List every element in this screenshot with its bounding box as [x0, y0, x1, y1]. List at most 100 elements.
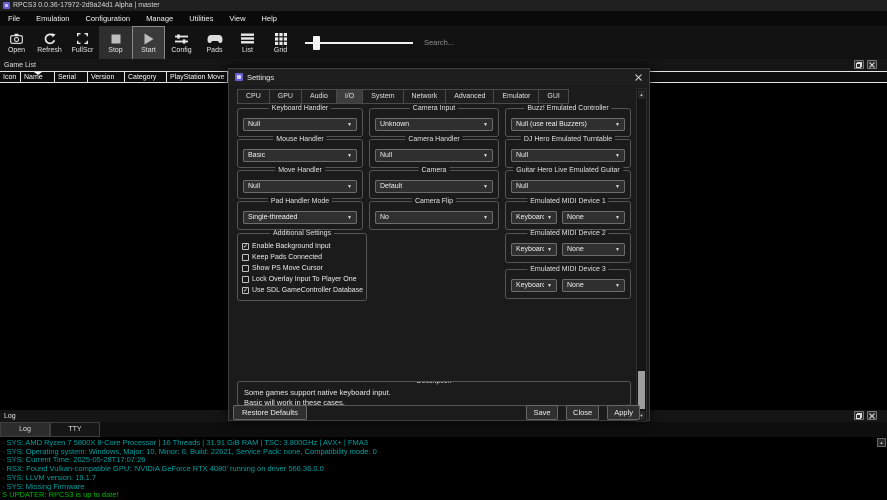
- tab-audio[interactable]: Audio: [302, 89, 337, 104]
- start-button[interactable]: Start: [132, 26, 165, 60]
- option-sdl-gamecontroller-db[interactable]: ✓ Use SDL GameController Database: [242, 285, 364, 296]
- checkbox-unchecked[interactable]: [242, 254, 249, 261]
- menu-manage[interactable]: Manage: [138, 11, 181, 26]
- checkbox-unchecked[interactable]: [242, 276, 249, 283]
- tab-emulator[interactable]: Emulator: [494, 89, 539, 104]
- tab-log[interactable]: Log: [0, 422, 50, 437]
- restore-defaults-button[interactable]: Restore Defaults: [233, 405, 307, 420]
- settings-titlebar[interactable]: Settings: [229, 69, 649, 85]
- buzz-controller-select[interactable]: Null (use real Buzzers) ▼: [511, 118, 625, 131]
- slider-handle[interactable]: [313, 36, 320, 50]
- column-header-name[interactable]: Name: [21, 72, 55, 82]
- tab-advanced[interactable]: Advanced: [446, 89, 494, 104]
- additional-settings-label: Additional Settings: [270, 230, 334, 238]
- option-keep-pads-connected[interactable]: Keep Pads Connected: [242, 252, 364, 263]
- log-content[interactable]: · SYS: AMD Ryzen 7 5800X 8-Core Processo…: [0, 437, 887, 500]
- menu-configuration[interactable]: Configuration: [77, 11, 138, 26]
- stop-icon: [111, 32, 121, 45]
- tab-cpu[interactable]: CPU: [237, 89, 270, 104]
- settings-scrollbar[interactable]: ▲ ▼: [636, 88, 647, 422]
- menu-help[interactable]: Help: [253, 11, 284, 26]
- midi-device-1-type-select[interactable]: Keyboard ▼: [511, 211, 557, 224]
- tab-system[interactable]: System: [363, 89, 403, 104]
- checkbox-unchecked[interactable]: [242, 265, 249, 272]
- camera-flip-select[interactable]: No ▼: [375, 211, 493, 224]
- list-view-button[interactable]: List: [231, 26, 264, 60]
- midi-device-3-select[interactable]: None ▼: [562, 279, 625, 292]
- search-input[interactable]: [424, 35, 544, 49]
- column-header-version[interactable]: Version: [88, 72, 125, 82]
- midi-device-1-select[interactable]: None ▼: [562, 211, 625, 224]
- log-tab-bar: Log TTY: [0, 422, 887, 437]
- option-show-ps-move-cursor[interactable]: Show PS Move Cursor: [242, 263, 364, 274]
- menu-view[interactable]: View: [221, 11, 253, 26]
- camera-handler-select[interactable]: Null ▼: [375, 149, 493, 162]
- settings-close-button[interactable]: [633, 72, 643, 82]
- scrollbar-thumb[interactable]: [638, 371, 645, 409]
- pads-button[interactable]: Pads: [198, 26, 231, 60]
- description-group: Description Some games support native ke…: [237, 381, 631, 406]
- tab-io[interactable]: I/O: [337, 89, 363, 104]
- fullscreen-button[interactable]: FullScr: [66, 26, 99, 60]
- log-close-button[interactable]: [867, 411, 877, 420]
- open-button[interactable]: Open: [0, 26, 33, 60]
- selected-value: Null: [516, 152, 528, 159]
- mouse-handler-select[interactable]: Basic ▼: [243, 149, 357, 162]
- column-label: PlayStation Move: [170, 74, 224, 81]
- checkbox-checked[interactable]: ✓: [242, 243, 249, 250]
- stop-button[interactable]: Stop: [99, 26, 132, 60]
- midi-device-2-select[interactable]: None ▼: [562, 243, 625, 256]
- column-label: Version: [91, 74, 114, 81]
- config-button[interactable]: Config: [165, 26, 198, 60]
- description-label: Description: [413, 381, 454, 386]
- tab-gui[interactable]: GUI: [539, 89, 568, 104]
- option-lock-overlay-input[interactable]: Lock Overlay Input To Player One: [242, 274, 364, 285]
- column-header-playstation-move[interactable]: PlayStation Move: [167, 72, 228, 82]
- selected-value: None: [567, 282, 584, 289]
- menu-utilities[interactable]: Utilities: [181, 11, 221, 26]
- option-enable-background-input[interactable]: ✓ Enable Background Input: [242, 241, 364, 252]
- option-label: Keep Pads Connected: [252, 254, 322, 261]
- camera-input-label: Camera Input: [410, 105, 458, 113]
- check-icon: ✓: [243, 288, 248, 294]
- log-scroll-up-button[interactable]: ▲: [877, 438, 886, 447]
- refresh-button[interactable]: Refresh: [33, 26, 66, 60]
- camera-select[interactable]: Default ▼: [375, 180, 493, 193]
- column-header-category[interactable]: Category: [125, 72, 167, 82]
- checkbox-checked[interactable]: ✓: [242, 287, 249, 294]
- tab-network[interactable]: Network: [404, 89, 447, 104]
- tab-gpu[interactable]: GPU: [270, 89, 302, 104]
- camera-input-select[interactable]: Unknown ▼: [375, 118, 493, 131]
- scroll-up-icon: ▲: [880, 440, 884, 445]
- column-label: Category: [128, 74, 156, 81]
- guitar-hero-live-select[interactable]: Null ▼: [511, 180, 625, 193]
- menu-file[interactable]: File: [0, 11, 28, 26]
- close-button[interactable]: Close: [566, 405, 599, 420]
- float-icon: [856, 62, 862, 68]
- chevron-down-icon: ▼: [615, 215, 620, 221]
- column-header-icon[interactable]: Icon: [0, 72, 21, 82]
- log-title: Log: [4, 413, 16, 420]
- keyboard-handler-select[interactable]: Null ▼: [243, 118, 357, 131]
- chevron-down-icon: ▼: [615, 283, 620, 289]
- column-header-serial[interactable]: Serial: [55, 72, 88, 82]
- scrollbar-up-button[interactable]: ▲: [638, 90, 645, 99]
- midi-device-2-type-select[interactable]: Keyboard ▼: [511, 243, 557, 256]
- log-float-button[interactable]: [854, 411, 864, 420]
- settings-tab-bar: CPU GPU Audio I/O System Network Advance…: [237, 89, 569, 104]
- pad-handler-mode-select[interactable]: Single-threaded ▼: [243, 211, 357, 224]
- move-handler-label: Move Handler: [275, 167, 325, 175]
- game-list-dock-buttons: [854, 60, 877, 69]
- game-list-close-button[interactable]: [867, 60, 877, 69]
- grid-view-button[interactable]: Grid: [264, 26, 297, 60]
- menu-emulation[interactable]: Emulation: [28, 11, 77, 26]
- move-handler-select[interactable]: Null ▼: [243, 180, 357, 193]
- apply-button[interactable]: Apply: [607, 405, 640, 420]
- dj-hero-turntable-select[interactable]: Null ▼: [511, 149, 625, 162]
- midi-device-3-type-select[interactable]: Keyboard ▼: [511, 279, 557, 292]
- icon-size-slider[interactable]: [305, 26, 413, 60]
- chevron-down-icon: ▼: [347, 184, 352, 190]
- save-button[interactable]: Save: [526, 405, 558, 420]
- tab-tty[interactable]: TTY: [50, 422, 100, 437]
- game-list-float-button[interactable]: [854, 60, 864, 69]
